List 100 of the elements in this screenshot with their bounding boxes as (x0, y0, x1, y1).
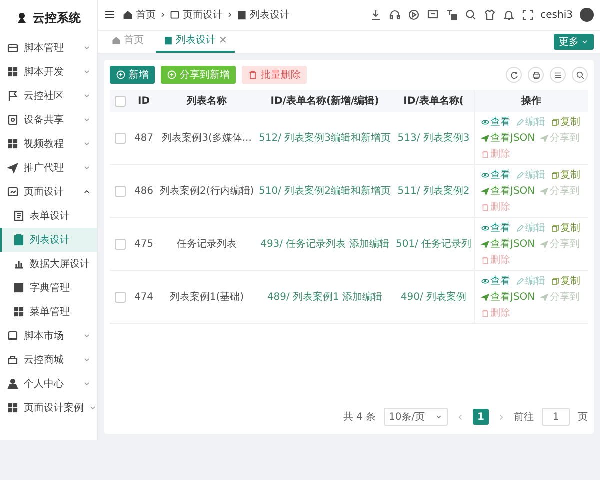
column-header: 列表名称 (187, 96, 227, 107)
copy-icon (550, 224, 560, 232)
row-checkbox[interactable] (114, 292, 126, 302)
column-header: 操作 (521, 96, 542, 107)
copy-icon (550, 118, 560, 126)
close-tab-button[interactable]: × (219, 34, 228, 46)
sidebar-subitem[interactable]: 菜单管理 (0, 300, 97, 324)
page-tab[interactable]: 首页 (104, 33, 152, 53)
sidebar-item[interactable]: 个人中心 (0, 372, 97, 396)
row-action-link[interactable]: 查看JSON (480, 237, 536, 251)
table-cell: 512/ 列表案例3编辑和新增页 (259, 133, 391, 144)
pencil-icon (516, 276, 524, 286)
table-cell: 511/ 列表案例2 (398, 186, 470, 197)
copy-icon (550, 170, 560, 180)
send-icon (480, 292, 490, 302)
table-cell: 489/ 列表案例1 添加编辑 (267, 292, 383, 303)
row-action-link[interactable]: 查看 (480, 274, 510, 288)
breadcrumb-link[interactable]: 页面设计 (183, 8, 223, 22)
pencil-icon (516, 170, 524, 180)
row-action-link[interactable]: 复制 (550, 168, 580, 182)
sidebar-item[interactable]: 云控社区 (0, 84, 97, 108)
home-icon (112, 36, 121, 44)
table-cell: 501/ 任务记录列 (396, 239, 472, 250)
row-action-link[interactable]: 查看 (480, 115, 510, 129)
plus-circle-icon (167, 70, 177, 80)
table-cell: 493/ 任务记录列表 添加编辑 (260, 239, 390, 250)
row-action-link[interactable]: 复制 (550, 115, 580, 129)
trash-icon (480, 308, 490, 318)
row-action-link[interactable]: 查看 (480, 168, 510, 182)
sidebar-subitem[interactable]: 字典管理 (0, 276, 97, 300)
row-action-link[interactable]: 查看JSON (480, 131, 536, 145)
table-cell: 列表案例1(基础) (170, 292, 244, 303)
row-checkbox[interactable] (114, 132, 126, 144)
user-name[interactable]: ceshi3 (540, 10, 573, 20)
table-cell: 列表案例3(多媒体... (162, 133, 252, 144)
row-action-link[interactable]: 查看JSON (480, 184, 536, 198)
send-icon (480, 186, 490, 196)
breadcrumb-separator-icon (159, 11, 167, 19)
row-action-link[interactable]: 查看 (480, 221, 510, 235)
column-header: ID (138, 96, 150, 106)
page-button[interactable]: 1 (473, 409, 489, 425)
breadcrumb-link[interactable]: 列表设计 (250, 8, 290, 22)
toolbar-button[interactable]: 新增 (110, 66, 155, 84)
screen-icon (426, 9, 439, 21)
chevron-icon (581, 38, 589, 46)
sidebar-item[interactable]: 脚本管理 (0, 36, 97, 60)
row-checkbox[interactable] (114, 238, 126, 250)
sidebar-subitem[interactable]: 表单设计 (0, 204, 97, 228)
search-icon (464, 9, 477, 21)
goto-page-field[interactable]: 1 (542, 408, 570, 426)
row-action-link[interactable]: 复制 (550, 274, 580, 288)
trash-icon (480, 150, 490, 158)
trash-icon (248, 70, 258, 80)
user-icon (7, 378, 19, 390)
trash-icon (480, 202, 490, 212)
pencil-icon (516, 224, 524, 232)
flag-icon (7, 90, 19, 102)
breadcrumb-separator-icon (226, 11, 234, 19)
bell-icon (502, 9, 515, 21)
sidebar-item[interactable]: 视频教程 (0, 132, 97, 156)
sidebar-item[interactable]: 设备共享 (0, 108, 97, 132)
shirt-icon (484, 9, 496, 21)
eye-icon (480, 170, 490, 180)
avatar[interactable] (580, 8, 594, 22)
columns-button[interactable] (550, 67, 566, 83)
eye-icon (480, 276, 490, 286)
page-size-select[interactable]: 10条/页 (384, 408, 448, 426)
play-circle-icon (408, 9, 420, 21)
breadcrumb-link[interactable]: 首页 (136, 8, 156, 22)
refresh-button[interactable] (506, 67, 522, 83)
more-button[interactable]: 更多 (554, 34, 594, 50)
chevron-icon (435, 413, 443, 421)
sidebar-item[interactable]: 云控商城 (0, 348, 97, 372)
sidebar-item[interactable]: 页面设计 (0, 180, 97, 204)
shop-icon (7, 354, 19, 366)
table-cell: 列表案例2(行内编辑) (160, 186, 254, 197)
row-action-link[interactable]: 查看JSON (480, 290, 536, 304)
table-cell: 513/ 列表案例3 (398, 133, 470, 144)
send-icon (540, 240, 550, 248)
bar-chart-icon (13, 258, 25, 270)
toolbar-button[interactable]: 分享到新增 (161, 66, 236, 84)
sidebar-item[interactable]: 脚本市场 (0, 324, 97, 348)
row-checkbox[interactable] (114, 186, 126, 196)
column-header: ID/表单名称(新增/编辑) (270, 96, 380, 107)
printer-icon (532, 70, 540, 80)
send-icon (480, 240, 490, 248)
sidebar-item[interactable]: 脚本开发 (0, 60, 97, 84)
device-icon (7, 114, 19, 126)
sidebar-subitem[interactable]: 数据大屏设计 (0, 252, 97, 276)
total-count: 共 4 条 (343, 410, 376, 424)
sidebar-item[interactable]: 推广代理 (0, 156, 97, 180)
sidebar-item[interactable]: 页面设计案例 (0, 396, 97, 420)
sidebar-subitem[interactable]: 列表设计 (0, 228, 97, 252)
row-action-link[interactable]: 复制 (550, 221, 580, 235)
send-icon (540, 292, 550, 302)
grid-icon (7, 402, 19, 414)
search-button[interactable] (572, 67, 588, 83)
form-icon (13, 210, 25, 222)
select-all-checkbox[interactable] (114, 96, 126, 106)
print-button[interactable] (528, 67, 544, 83)
